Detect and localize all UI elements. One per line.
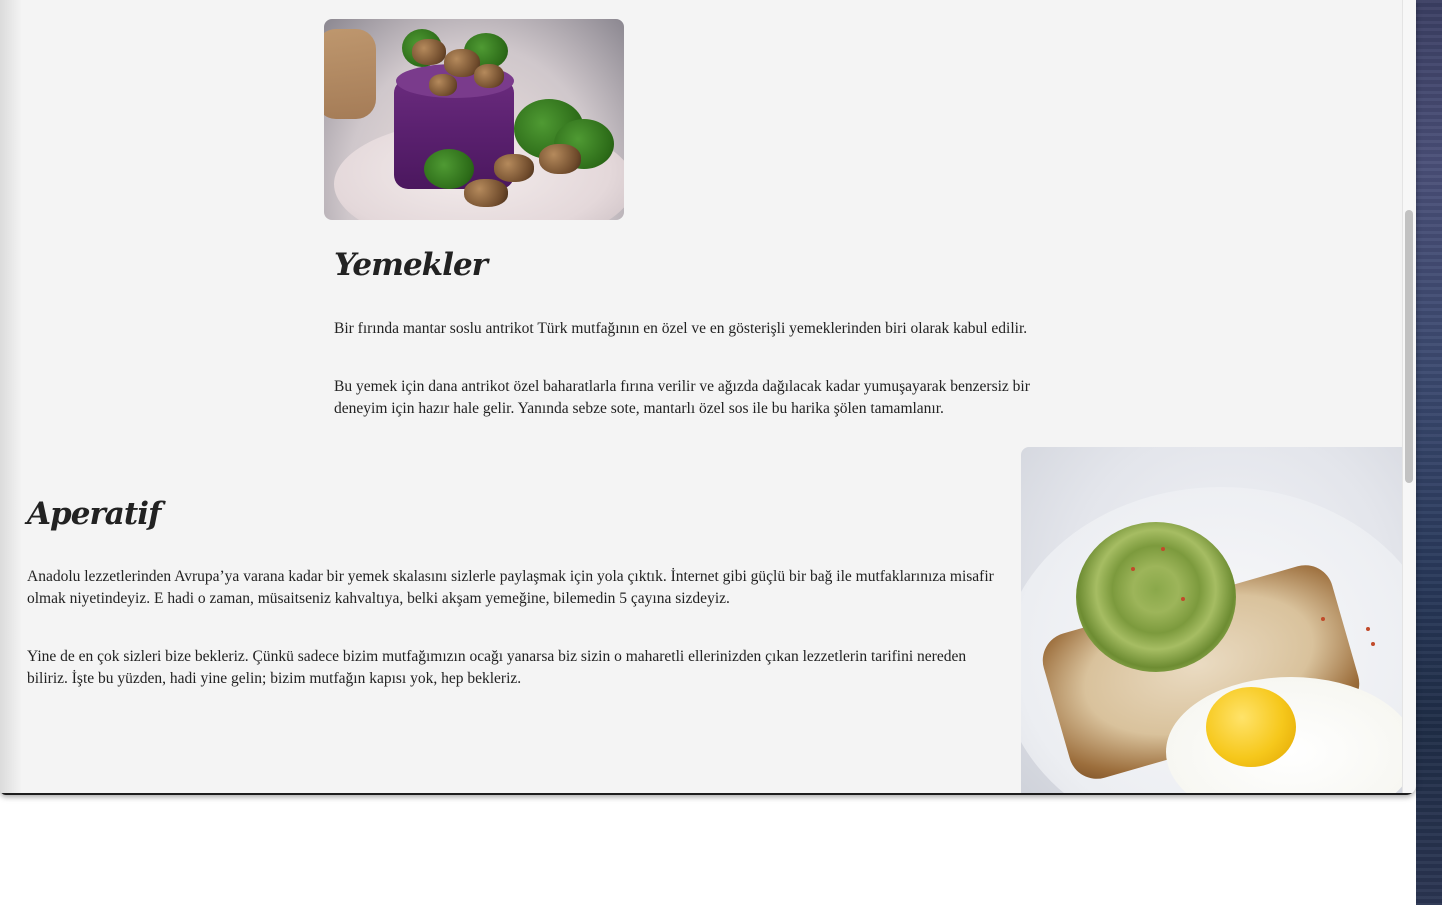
aperatif-heading: Aperatif	[27, 496, 161, 532]
yemekler-paragraph-2: Bu yemek için dana antrikot özel baharat…	[334, 378, 1030, 417]
window-bottom-border	[0, 793, 1416, 795]
spice-speck	[1181, 597, 1185, 601]
window-edge-shadow	[0, 0, 22, 795]
spice-speck	[1371, 642, 1375, 646]
fried-egg-yolk	[1206, 687, 1296, 767]
yemekler-heading: Yemekler	[334, 247, 488, 283]
spice-speck	[1321, 617, 1325, 621]
aperatif-paragraph-2: Yine de en çok sizleri bize bekleriz. Çü…	[27, 648, 967, 687]
aperatif-avocado-toast-image	[1021, 447, 1402, 795]
desktop-wallpaper	[1416, 0, 1442, 905]
yemekler-dish-image	[324, 19, 624, 220]
scrollbar-thumb[interactable]	[1405, 210, 1413, 483]
browser-window: Yemekler Bir fırında mantar soslu antrik…	[0, 0, 1416, 795]
spice-speck	[1131, 567, 1135, 571]
bread-shape	[324, 29, 376, 119]
aperatif-paragraph-1: Anadolu lezzetlerinden Avrupa’ya varana …	[27, 568, 994, 607]
mushroom-piece	[474, 64, 504, 88]
mushroom-piece	[494, 154, 534, 182]
avocado-rose	[1076, 522, 1236, 672]
spice-speck	[1161, 547, 1165, 551]
mushroom-piece	[464, 179, 508, 207]
kale-garnish	[424, 149, 474, 189]
mushroom-piece	[539, 144, 581, 174]
yemekler-paragraph-1: Bir fırında mantar soslu antrikot Türk m…	[334, 320, 1028, 337]
spice-speck	[1366, 627, 1370, 631]
mushroom-piece	[429, 74, 457, 96]
mushroom-piece	[412, 39, 446, 65]
